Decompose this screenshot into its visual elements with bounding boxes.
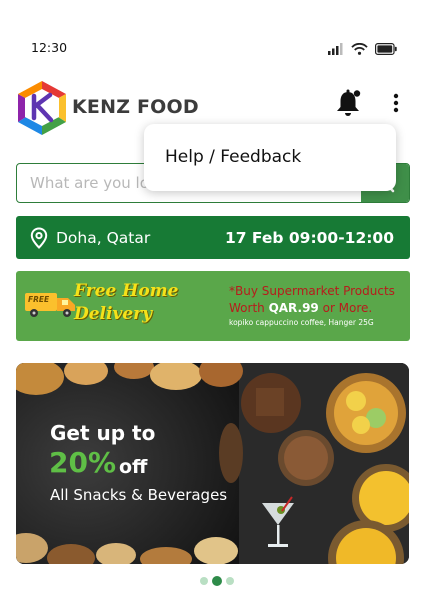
options-dropdown-menu: Help / Feedback	[144, 124, 396, 191]
free-badge: FREE	[28, 295, 50, 304]
carousel-dot[interactable]	[200, 577, 208, 585]
carousel-dot-active[interactable]	[212, 576, 222, 586]
signal-icon	[328, 42, 343, 55]
status-time: 12:30	[31, 40, 68, 55]
banner-headline: Get up to	[50, 421, 156, 445]
status-icons	[328, 40, 397, 57]
location-pin-icon	[30, 226, 48, 249]
more-options-icon[interactable]	[386, 92, 406, 116]
banner-off-label: off	[119, 456, 148, 478]
offer-amount: QAR.99	[268, 301, 319, 315]
offer-fine-print: kopiko cappuccino coffee, Hanger 25G	[229, 318, 374, 327]
carousel-dot[interactable]	[226, 577, 234, 585]
wifi-icon	[351, 42, 368, 55]
offer-suffix: or More.	[318, 301, 373, 315]
free-delivery-headline: Free Home Delivery	[74, 281, 179, 324]
brand-name: KENZ FOOD	[72, 96, 199, 118]
delivery-slot-text: 17 Feb 09:00-12:00	[224, 228, 394, 247]
carousel-indicator	[200, 576, 234, 586]
notification-bell-icon[interactable]	[334, 88, 362, 118]
menu-item-help-feedback[interactable]: Help / Feedback	[165, 147, 301, 167]
offer-prefix: Worth	[229, 301, 269, 315]
logo-icon	[18, 81, 66, 135]
offer-amount-line: Worth QAR.99 or More.	[229, 301, 407, 315]
location-delivery-bar[interactable]: Doha, Qatar 17 Feb 09:00-12:00	[16, 216, 410, 259]
banner-discount: 20%	[49, 446, 117, 479]
offer-text: *Buy Supermarket Products	[229, 284, 395, 298]
banner-subtitle: All Snacks & Beverages	[50, 486, 228, 504]
battery-icon	[375, 42, 397, 55]
promo-offer: *Buy Supermarket Products Worth QAR.99 o…	[229, 284, 407, 327]
location-text: Doha, Qatar	[56, 228, 151, 247]
